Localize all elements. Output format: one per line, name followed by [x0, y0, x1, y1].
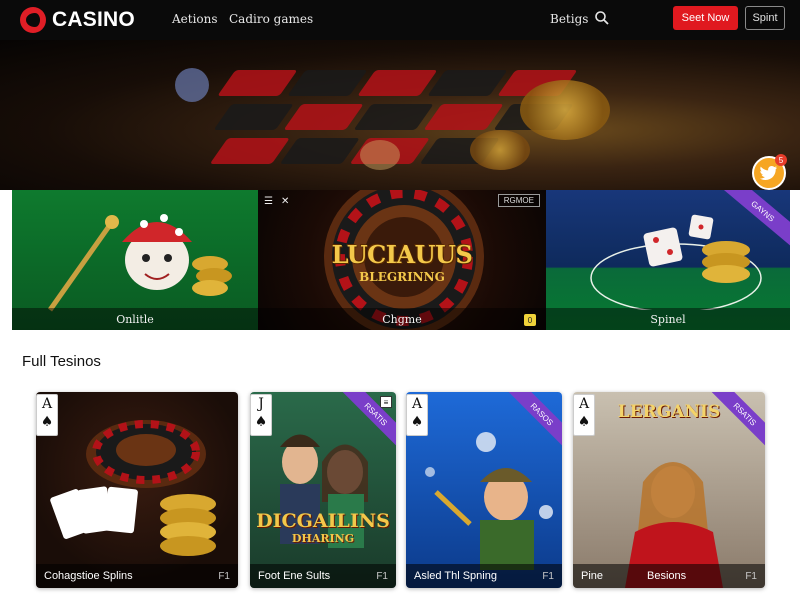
mascot-illustration: [47, 214, 232, 312]
game-card-code: F1: [745, 571, 757, 582]
card-logo-subtitle: DHARING: [291, 532, 355, 545]
featured-tile-3[interactable]: GAYNS Spinel: [546, 190, 790, 330]
card-logo-title: DICGAILINS: [256, 510, 390, 532]
featured-caption-3: Spinel: [650, 313, 686, 326]
mute-icon[interactable]: ✕: [281, 196, 289, 207]
menu-icon[interactable]: ☰: [264, 196, 273, 207]
coin-badge: 0: [524, 314, 536, 326]
game-card-code: F1: [376, 571, 388, 582]
nav-link-actions[interactable]: Aetions: [172, 12, 218, 26]
game-card-title: Pine: [581, 570, 604, 582]
secondary-button[interactable]: Spint: [745, 6, 785, 30]
roulette-game-art: [50, 420, 216, 556]
search-icon[interactable]: [594, 10, 610, 26]
featured-game-subtitle: BLEGRINNG: [359, 270, 445, 284]
game-card-1[interactable]: A ♠ Cohagstioe Splins F1: [36, 392, 238, 588]
card-logo-title: LERGANIS: [617, 402, 721, 422]
game-card-code: F1: [542, 571, 554, 582]
hero-banner: 5: [0, 40, 800, 190]
card-rank-badge: A ♠: [36, 394, 58, 436]
section-title: Full Tesinos: [22, 353, 101, 370]
dice-and-chips-illustration: [590, 214, 762, 310]
top-navigation-bar: CASINO Aetions Cadiro games Betigs Seet …: [0, 0, 800, 40]
featured-caption-1: Onlitle: [116, 313, 154, 326]
game-card-3[interactable]: A ♠ RASOS Asled Thl Spning F1: [406, 392, 562, 588]
feature-tag: RGMOE: [497, 194, 540, 207]
nav-link-betting[interactable]: Betigs: [550, 12, 588, 26]
featured-caption-2: Chgme: [382, 313, 422, 326]
card-menu-icon[interactable]: ≡: [380, 396, 392, 408]
game-card-2[interactable]: J ♠ ≡ RSATIS DICGAILINS DHARING Foot Ene …: [250, 392, 396, 588]
twitter-bird-icon[interactable]: 5: [752, 154, 787, 190]
game-card-title: Asled Thl Spning: [414, 570, 497, 582]
primary-cta-button[interactable]: Seet Now: [673, 6, 738, 30]
game-card-title: Cohagstioe Splins: [44, 570, 133, 582]
game-card-code: F1: [218, 571, 230, 582]
game-card-title: Foot Ene Sults: [258, 570, 331, 582]
card-rank-badge: J ♠: [250, 394, 272, 436]
nav-link-casino-games[interactable]: Cadiro games: [229, 12, 313, 26]
featured-tile-1[interactable]: Onlitle: [12, 190, 258, 330]
game-card-subtitle: Besions: [647, 570, 687, 582]
featured-tile-2[interactable]: ☰ ✕ RGMOE LUCIAUUS BLEGRINNG Chgme 0: [258, 190, 546, 330]
logo-icon: [20, 7, 46, 33]
notification-count-badge: 5: [775, 154, 787, 166]
logo-text: CASINO: [52, 8, 135, 31]
site-logo[interactable]: CASINO: [20, 7, 135, 33]
card-rank-badge: A ♠: [406, 394, 428, 436]
game-card-4[interactable]: A ♠ RSATIS LERGANIS Pine Besions F1: [573, 392, 765, 588]
featured-game-title: LUCIAUUS: [331, 240, 473, 269]
